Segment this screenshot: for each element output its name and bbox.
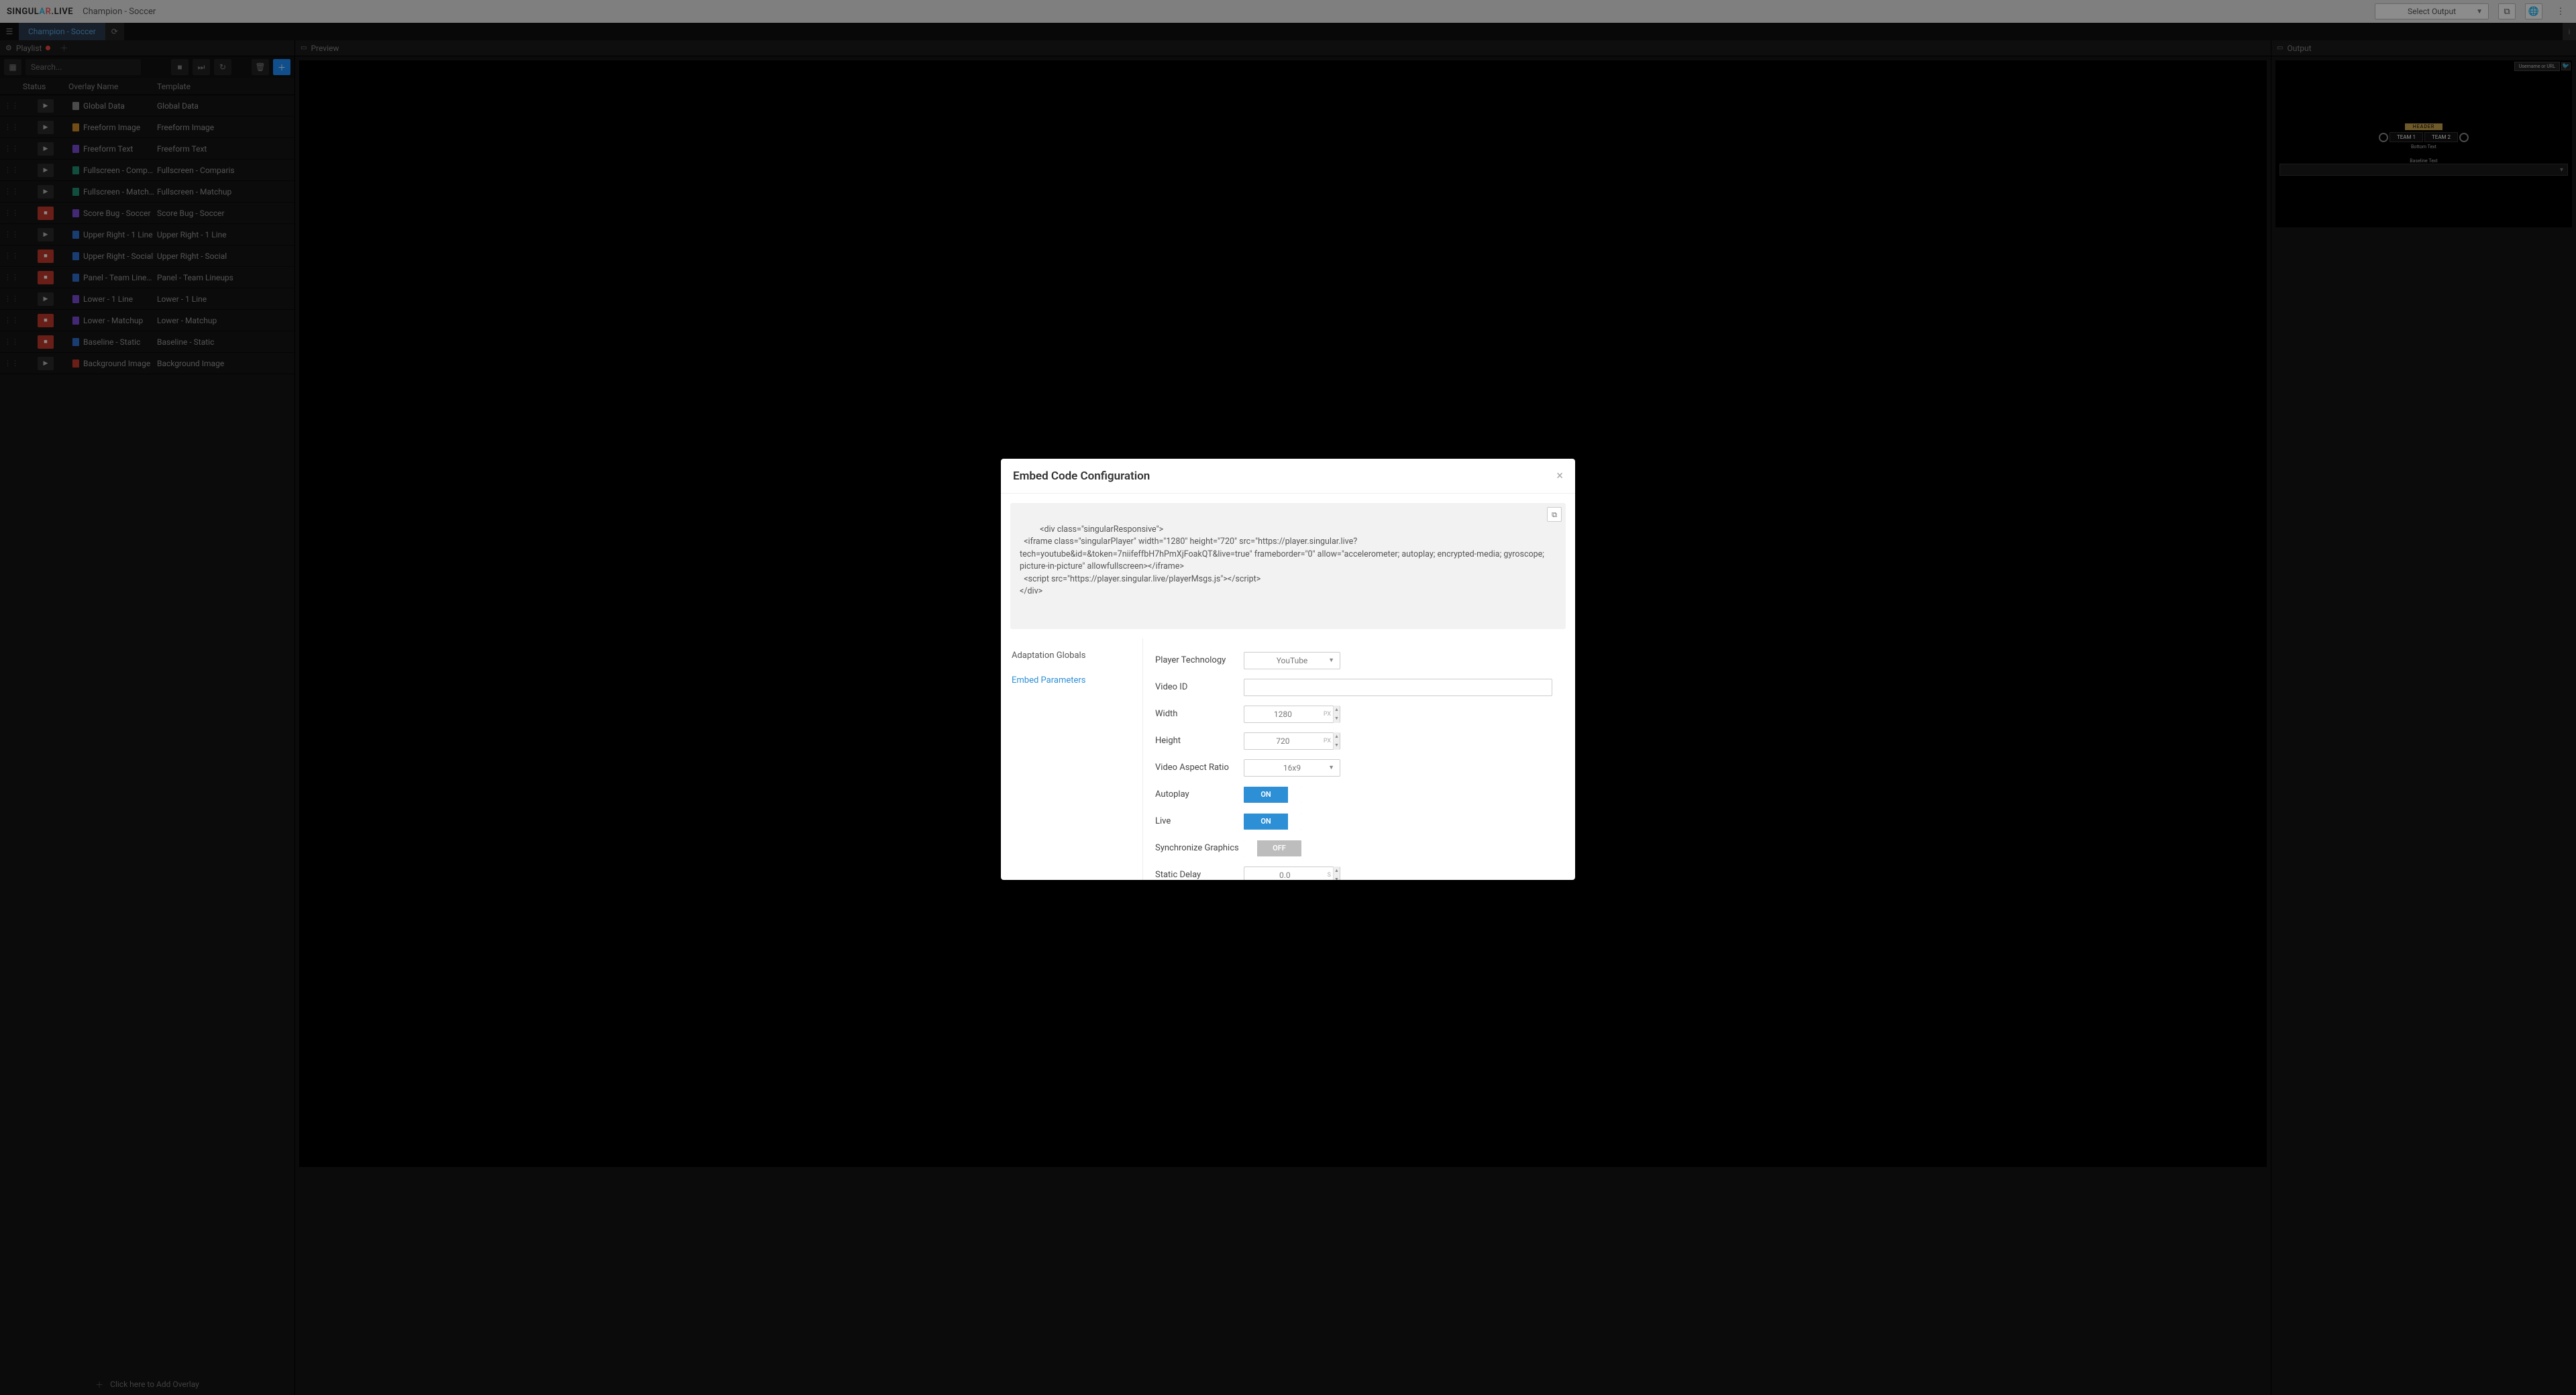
label-player-tech: Player Technology bbox=[1155, 655, 1244, 665]
sync-toggle[interactable]: OFF bbox=[1244, 840, 1301, 856]
toggle-on-label: ON bbox=[1244, 787, 1288, 803]
label-live: Live bbox=[1155, 816, 1244, 826]
unit-px: PX bbox=[1322, 738, 1333, 744]
width-value: 1280 bbox=[1244, 710, 1322, 719]
label-autoplay: Autoplay bbox=[1155, 789, 1244, 799]
spin-up-icon[interactable]: ▲ bbox=[1334, 867, 1340, 875]
modal-sidebar: Adaptation Globals Embed Parameters bbox=[1001, 638, 1143, 881]
autoplay-toggle[interactable]: ON bbox=[1244, 787, 1301, 803]
label-video-id: Video ID bbox=[1155, 682, 1244, 692]
label-delay: Static Delay bbox=[1155, 870, 1244, 880]
tab-embed-parameters[interactable]: Embed Parameters bbox=[1012, 675, 1132, 685]
embed-code-box: <div class="singularResponsive"> <iframe… bbox=[1010, 503, 1566, 629]
height-value: 720 bbox=[1244, 736, 1322, 746]
embed-code-text[interactable]: <div class="singularResponsive"> <iframe… bbox=[1020, 524, 1546, 597]
toggle-knob bbox=[1288, 787, 1301, 803]
width-input[interactable]: 1280 PX ▲▼ bbox=[1244, 706, 1340, 723]
spin-down-icon[interactable]: ▼ bbox=[1334, 741, 1340, 750]
label-aspect: Video Aspect Ratio bbox=[1155, 763, 1244, 773]
aspect-value: 16x9 bbox=[1283, 763, 1301, 773]
label-sync: Synchronize Graphics bbox=[1155, 843, 1244, 853]
spin-down-icon[interactable]: ▼ bbox=[1334, 714, 1340, 723]
label-height: Height bbox=[1155, 736, 1244, 746]
toggle-knob bbox=[1244, 840, 1257, 856]
player-tech-select[interactable]: YouTube ▼ bbox=[1244, 652, 1340, 669]
player-tech-value: YouTube bbox=[1277, 656, 1308, 665]
height-input[interactable]: 720 PX ▲▼ bbox=[1244, 732, 1340, 750]
caret-down-icon: ▼ bbox=[1328, 764, 1334, 771]
unit-px: PX bbox=[1322, 711, 1333, 718]
embed-config-modal: Embed Code Configuration × <div class="s… bbox=[1001, 459, 1575, 880]
live-toggle[interactable]: ON bbox=[1244, 814, 1301, 830]
modal-body: Adaptation Globals Embed Parameters Play… bbox=[1001, 638, 1575, 881]
toggle-knob bbox=[1288, 814, 1301, 830]
video-id-input[interactable] bbox=[1244, 679, 1552, 696]
label-width: Width bbox=[1155, 709, 1244, 719]
modal-header: Embed Code Configuration × bbox=[1001, 459, 1575, 494]
modal-title: Embed Code Configuration bbox=[1013, 469, 1150, 483]
unit-sec: S bbox=[1326, 872, 1333, 879]
toggle-off-label: OFF bbox=[1257, 840, 1301, 856]
close-icon[interactable]: × bbox=[1556, 469, 1563, 483]
aspect-select[interactable]: 16x9 ▼ bbox=[1244, 759, 1340, 777]
spin-down-icon[interactable]: ▼ bbox=[1334, 875, 1340, 881]
spin-up-icon[interactable]: ▲ bbox=[1334, 706, 1340, 714]
modal-form: Player Technology YouTube ▼ Video ID Wid… bbox=[1143, 638, 1575, 881]
caret-down-icon: ▼ bbox=[1328, 657, 1334, 664]
tab-adaptation-globals[interactable]: Adaptation Globals bbox=[1012, 651, 1132, 661]
spin-up-icon[interactable]: ▲ bbox=[1334, 732, 1340, 741]
copy-code-button[interactable]: ⧉ bbox=[1547, 507, 1562, 522]
toggle-on-label: ON bbox=[1244, 814, 1288, 830]
delay-value: 0.0 bbox=[1244, 871, 1326, 880]
delay-input[interactable]: 0.0 S ▲▼ bbox=[1244, 867, 1340, 881]
